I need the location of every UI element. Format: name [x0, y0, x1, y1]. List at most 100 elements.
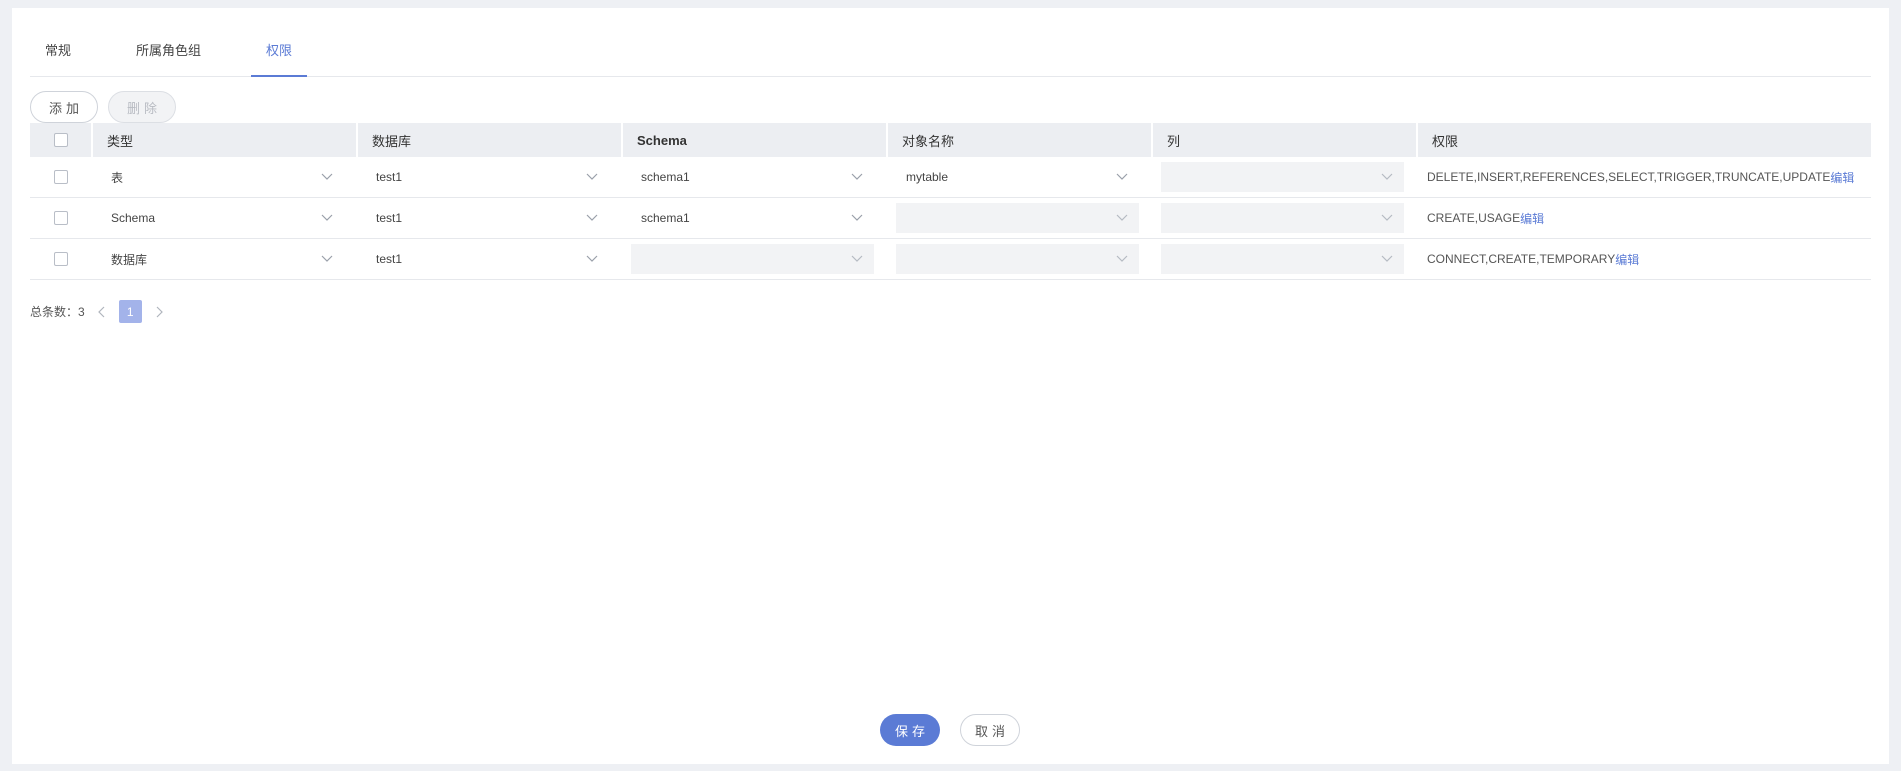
chevron-down-icon — [1115, 170, 1129, 184]
column-select[interactable] — [1161, 203, 1404, 233]
column-select[interactable] — [1161, 244, 1404, 274]
database-select-value: test1 — [376, 170, 403, 184]
type-select-value: 表 — [111, 170, 124, 185]
database-select-value: test1 — [376, 211, 403, 225]
chevron-down-icon — [1380, 252, 1394, 266]
type-cell: 表 — [91, 157, 356, 197]
chevron-down-icon — [585, 170, 599, 184]
column-select[interactable] — [1161, 162, 1404, 192]
page-number-button[interactable]: 1 — [118, 300, 142, 323]
type-select[interactable]: 表 — [101, 162, 344, 192]
database-select-value: test1 — [376, 252, 403, 266]
tab-role-groups[interactable]: 所属角色组 — [121, 30, 216, 76]
row-check-cell — [30, 239, 91, 279]
column-cell — [1151, 157, 1416, 197]
add-button[interactable]: 添加 — [30, 91, 99, 123]
schema-select[interactable]: schema1 — [631, 203, 874, 233]
header-column: 列 — [1151, 123, 1416, 157]
row-checkbox[interactable] — [53, 252, 68, 266]
chevron-down-icon — [850, 170, 864, 184]
chevron-down-icon — [585, 211, 599, 225]
object-name-select[interactable] — [896, 203, 1139, 233]
schema-cell: schema1 — [621, 198, 886, 238]
header-select-all — [30, 123, 91, 157]
schema-select[interactable]: schema1 — [631, 162, 874, 192]
header-schema: Schema — [621, 123, 886, 157]
database-cell: test1 — [356, 198, 621, 238]
header-type: 类型 — [91, 123, 356, 157]
pagination: 总条数： 3 1 — [30, 300, 176, 323]
permission-text: CONNECT,CREATE,TEMPORARY — [1427, 252, 1616, 266]
chevron-right-icon — [156, 306, 163, 317]
edit-permission-link[interactable]: 编辑 — [1615, 251, 1639, 268]
object-name-cell: mytable — [886, 157, 1151, 197]
total-count-label: 总条数： — [30, 305, 79, 319]
row-check-cell — [30, 198, 91, 238]
object-name-select-value: mytable — [906, 170, 949, 184]
chevron-down-icon — [585, 252, 599, 266]
header-permission: 权限 — [1416, 123, 1871, 157]
object-name-cell — [886, 198, 1151, 238]
chevron-down-icon — [850, 211, 864, 225]
permission-cell: CREATE,USAGE 编辑 — [1416, 198, 1871, 238]
database-cell: test1 — [356, 157, 621, 197]
permission-cell: DELETE,INSERT,REFERENCES,SELECT,TRIGGER,… — [1416, 157, 1871, 197]
object-name-cell — [886, 239, 1151, 279]
database-select[interactable]: test1 — [366, 203, 609, 233]
total-count-value: 3 — [78, 304, 85, 319]
chevron-down-icon — [850, 252, 864, 266]
database-select[interactable]: test1 — [366, 162, 609, 192]
tab-permissions[interactable]: 权限 — [251, 30, 308, 77]
row-checkbox[interactable] — [53, 170, 68, 184]
table-toolbar: 添加 删除 — [30, 91, 177, 123]
tab-bar: 常规 所属角色组 权限 — [30, 30, 1871, 77]
tab-general[interactable]: 常规 — [30, 30, 86, 76]
table-row: Schema test1 schema1 CREATE,USAGE 编辑 — [30, 198, 1871, 239]
schema-select[interactable] — [631, 244, 874, 274]
chevron-down-icon — [1115, 252, 1129, 266]
edit-permission-link[interactable]: 编辑 — [1520, 210, 1544, 227]
row-check-cell — [30, 157, 91, 197]
schema-cell: schema1 — [621, 157, 886, 197]
database-cell: test1 — [356, 239, 621, 279]
table-row: 数据库 test1 CONNECT,CREATE,TEMPORARY 编辑 — [30, 239, 1871, 280]
object-name-select[interactable]: mytable — [896, 162, 1139, 192]
permission-cell: CONNECT,CREATE,TEMPORARY 编辑 — [1416, 239, 1871, 279]
permissions-table: 类型 数据库 Schema 对象名称 列 权限 表 test1 schema1 … — [30, 123, 1871, 280]
prev-page-button[interactable] — [91, 301, 113, 323]
permission-panel: 常规 所属角色组 权限 添加 删除 类型 数据库 Schema 对象名称 列 权… — [12, 8, 1889, 764]
permission-text: DELETE,INSERT,REFERENCES,SELECT,TRIGGER,… — [1427, 170, 1831, 184]
chevron-down-icon — [1115, 211, 1129, 225]
schema-cell — [621, 239, 886, 279]
type-select[interactable]: 数据库 — [101, 244, 344, 274]
type-cell: Schema — [91, 198, 356, 238]
chevron-down-icon — [320, 211, 334, 225]
delete-button[interactable]: 删除 — [108, 91, 177, 123]
type-cell: 数据库 — [91, 239, 356, 279]
permission-text: CREATE,USAGE — [1427, 211, 1521, 225]
column-cell — [1151, 239, 1416, 279]
edit-permission-link[interactable]: 编辑 — [1830, 169, 1854, 186]
column-cell — [1151, 198, 1416, 238]
header-database: 数据库 — [356, 123, 621, 157]
save-button[interactable]: 保存 — [880, 714, 940, 746]
type-select-value: Schema — [111, 211, 156, 225]
header-object-name: 对象名称 — [886, 123, 1151, 157]
type-select-value: 数据库 — [111, 252, 148, 267]
chevron-down-icon — [320, 252, 334, 266]
database-select[interactable]: test1 — [366, 244, 609, 274]
chevron-down-icon — [1380, 170, 1394, 184]
schema-select-value: schema1 — [641, 170, 690, 184]
object-name-select[interactable] — [896, 244, 1139, 274]
chevron-down-icon — [320, 170, 334, 184]
row-checkbox[interactable] — [53, 211, 68, 225]
next-page-button[interactable] — [148, 301, 170, 323]
table-header: 类型 数据库 Schema 对象名称 列 权限 — [30, 123, 1871, 157]
type-select[interactable]: Schema — [101, 203, 344, 233]
chevron-down-icon — [1380, 211, 1394, 225]
select-all-checkbox[interactable] — [53, 133, 68, 147]
chevron-left-icon — [97, 306, 105, 317]
cancel-button[interactable]: 取消 — [960, 714, 1020, 746]
table-row: 表 test1 schema1 mytable DELETE,INSERT,RE… — [30, 157, 1871, 198]
schema-select-value: schema1 — [641, 211, 690, 225]
